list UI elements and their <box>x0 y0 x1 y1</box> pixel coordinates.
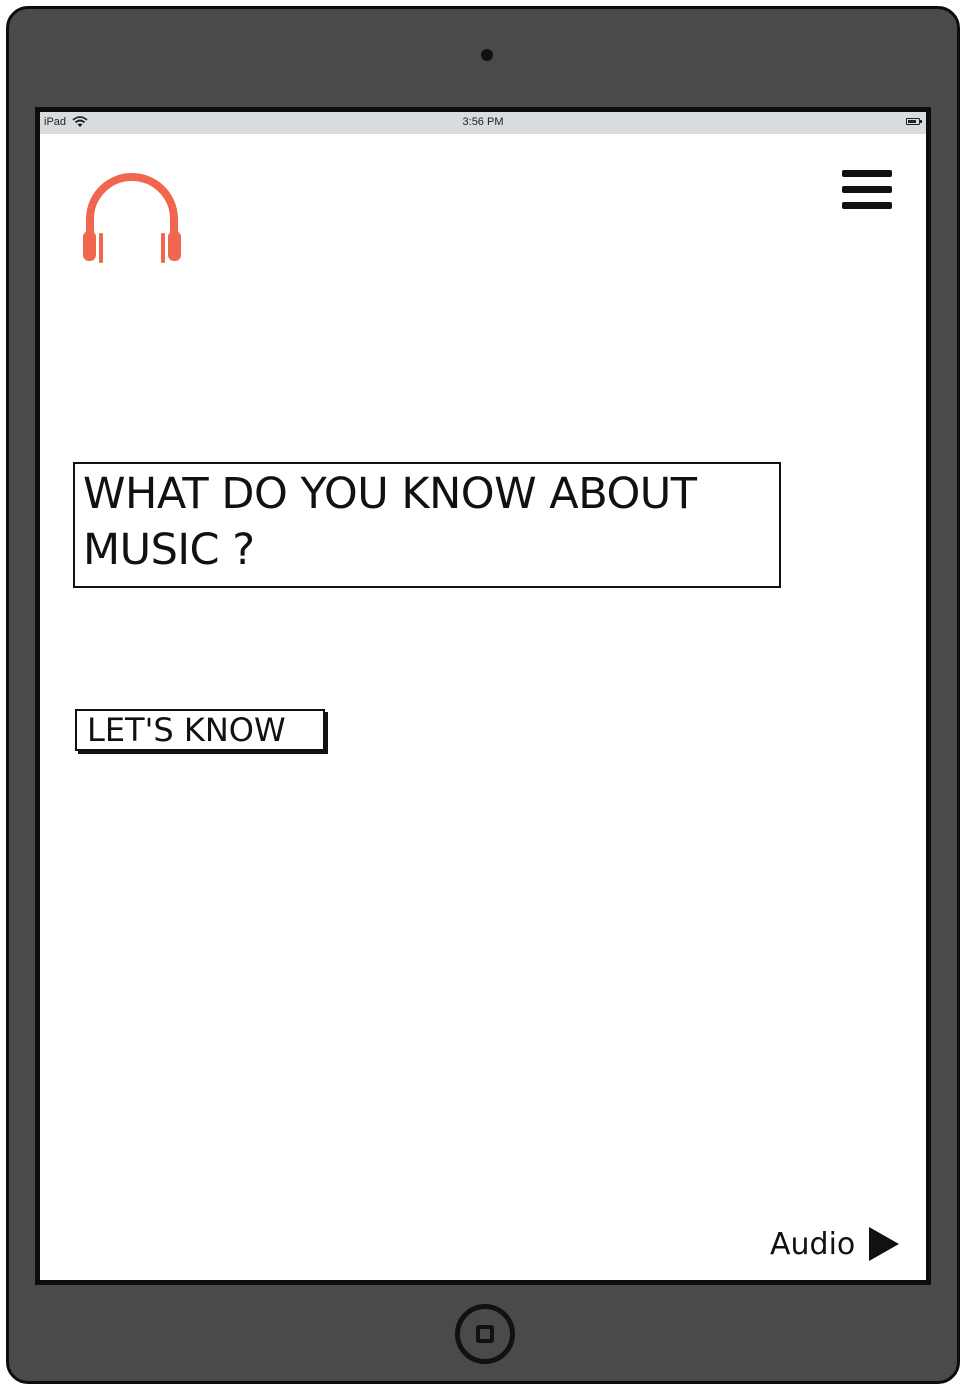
home-square-icon <box>476 1325 494 1343</box>
battery-icon <box>906 118 922 125</box>
screen: iPad 3:56 PM WHAT DO YOU KNOW ABOUT MUSI… <box>35 107 931 1285</box>
headline-box: WHAT DO YOU KNOW ABOUT MUSIC ? <box>73 462 781 588</box>
hamburger-menu-icon[interactable] <box>842 170 892 212</box>
status-bar: iPad 3:56 PM <box>40 112 926 134</box>
tablet-frame: iPad 3:56 PM WHAT DO YOU KNOW ABOUT MUSI… <box>6 6 960 1384</box>
headphones-icon <box>83 173 181 263</box>
camera-icon <box>481 49 493 61</box>
play-icon[interactable] <box>869 1227 900 1261</box>
page-title: WHAT DO YOU KNOW ABOUT MUSIC ? <box>83 469 697 575</box>
status-time: 3:56 PM <box>462 116 504 128</box>
audio-play-control[interactable]: Audio <box>770 1222 900 1266</box>
audio-label: Audio <box>770 1226 856 1262</box>
lets-know-button[interactable]: LET'S KNOW <box>75 709 325 751</box>
home-button[interactable] <box>455 1304 515 1364</box>
